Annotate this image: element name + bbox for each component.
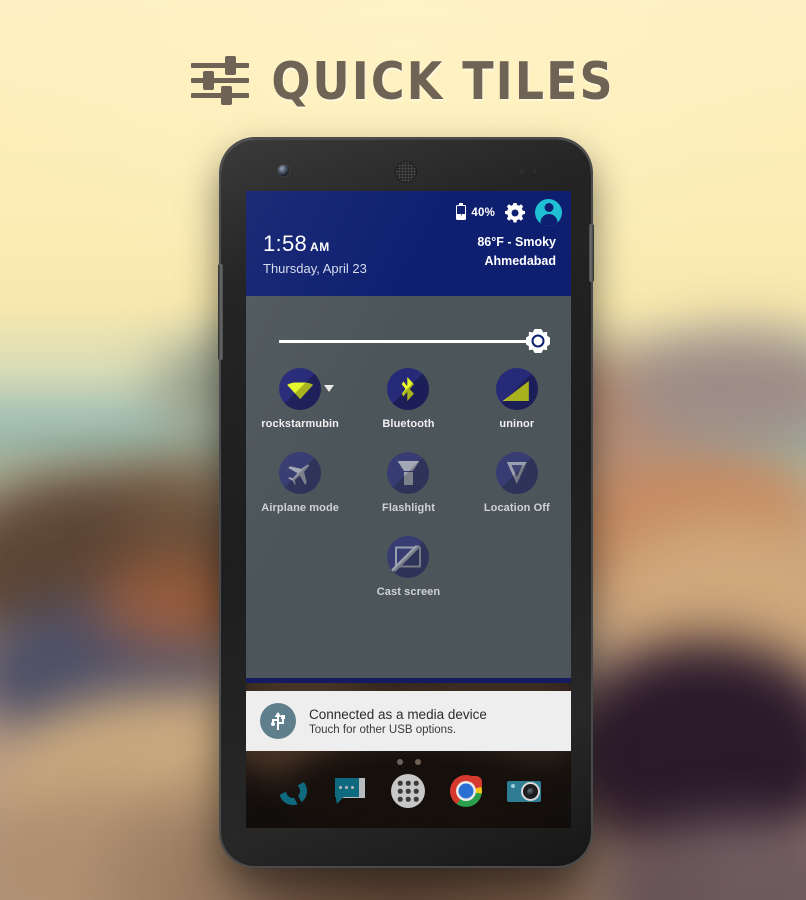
tile-bluetooth[interactable]: Bluetooth	[354, 368, 462, 430]
quick-settings-header: 40% 1:58 AM Thursday, April 23 86°F - Sm…	[246, 191, 571, 296]
status-row: 40%	[456, 199, 562, 226]
volume-button[interactable]	[218, 264, 223, 360]
usb-icon	[260, 703, 296, 739]
weather-condition: 86°F - Smoky	[477, 235, 556, 249]
notification-card[interactable]: Connected as a media device Touch for ot…	[246, 691, 571, 751]
clock-time: 1:58 AM	[263, 231, 367, 257]
tile-label: Cast screen	[376, 586, 441, 598]
tile-cellular[interactable]: uninor	[463, 368, 571, 430]
tile-airplane-mode[interactable]: Airplane mode	[246, 452, 354, 514]
quick-settings-panel: 40% 1:58 AM Thursday, April 23 86°F - Sm…	[246, 191, 571, 683]
page-header: QUICK TILES	[0, 50, 806, 112]
cast-icon	[387, 536, 430, 578]
app-drawer-icon[interactable]	[388, 771, 428, 811]
tile-label: Flashlight	[382, 502, 435, 514]
battery-charging-icon: 40%	[456, 202, 495, 220]
location-icon	[495, 452, 538, 494]
sliders-icon	[191, 56, 250, 105]
messaging-icon[interactable]	[331, 771, 371, 811]
page-dot[interactable]	[414, 759, 421, 765]
phone-screen: 40% 1:58 AM Thursday, April 23 86°F - Sm…	[246, 191, 571, 828]
clock[interactable]: 1:58 AM Thursday, April 23	[263, 231, 367, 276]
page-dot[interactable]	[396, 759, 403, 765]
brightness-icon[interactable]	[526, 329, 550, 353]
clock-ampm: AM	[310, 240, 330, 254]
phone-icon[interactable]	[273, 771, 313, 811]
airplane-icon	[279, 452, 322, 494]
quick-settings-handle[interactable]	[246, 678, 571, 683]
flashlight-icon	[387, 452, 430, 494]
page-indicator	[246, 759, 571, 765]
signal-icon	[495, 368, 538, 410]
weather-widget[interactable]: 86°F - Smoky Ahmedabad	[477, 233, 556, 272]
sensor-icon	[519, 169, 543, 175]
page-title: QUICK TILES	[271, 50, 615, 112]
screenshot-root: QUICK TILES 40% 1:58 AM Thursday, April …	[0, 0, 806, 900]
tile-label: Bluetooth	[382, 418, 435, 430]
home-dock	[246, 767, 571, 815]
clock-time-value: 1:58	[263, 231, 308, 256]
notification-text: Connected as a media device Touch for ot…	[309, 707, 487, 736]
camera-icon	[278, 165, 289, 176]
tile-grid: rockstarmubin Bluetooth uninor Airplane …	[246, 368, 571, 598]
tile-flashlight[interactable]: Flashlight	[354, 452, 462, 514]
bluetooth-icon	[387, 368, 430, 410]
tile-label: Location Off	[483, 502, 550, 514]
quick-settings-body: rockstarmubin Bluetooth uninor Airplane …	[246, 296, 571, 678]
tile-wifi[interactable]: rockstarmubin	[246, 368, 354, 430]
tile-location[interactable]: Location Off	[463, 452, 571, 514]
notification-title: Connected as a media device	[309, 706, 487, 722]
gear-icon[interactable]	[505, 202, 525, 223]
tile-cast-screen[interactable]: Cast screen	[354, 536, 462, 598]
tile-label: uninor	[499, 418, 535, 430]
camera-icon[interactable]	[504, 771, 544, 811]
tile-label: Airplane mode	[261, 502, 340, 514]
tile-label: rockstarmubin	[261, 418, 340, 430]
chrome-icon[interactable]	[446, 771, 486, 811]
weather-location: Ahmedabad	[484, 254, 556, 269]
wifi-icon	[279, 368, 322, 410]
clock-date: Thursday, April 23	[263, 261, 367, 276]
phone-device: 40% 1:58 AM Thursday, April 23 86°F - Sm…	[218, 139, 594, 866]
speaker-grille-icon	[395, 161, 417, 183]
user-avatar-icon[interactable]	[535, 199, 562, 226]
notification-subtitle: Touch for other USB options.	[309, 723, 457, 736]
battery-percent: 40%	[471, 206, 495, 219]
brightness-slider[interactable]	[279, 329, 550, 353]
brightness-track	[279, 340, 549, 343]
chevron-down-icon[interactable]	[324, 385, 335, 392]
power-button[interactable]	[589, 224, 594, 282]
